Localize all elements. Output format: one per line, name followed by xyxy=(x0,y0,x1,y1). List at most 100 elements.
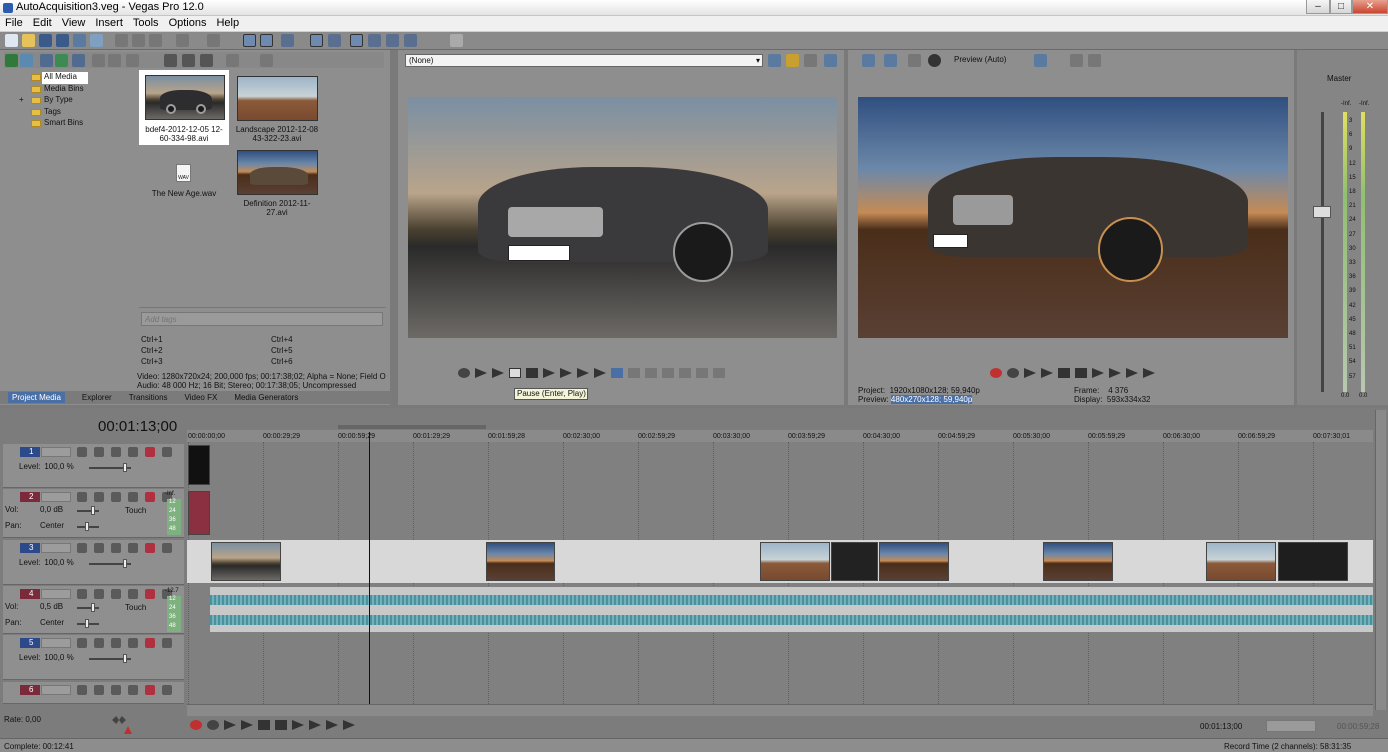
prev-frame-icon[interactable] xyxy=(543,368,555,378)
minimize-button[interactable]: – xyxy=(1306,0,1330,14)
expand-icon[interactable] xyxy=(77,589,87,599)
playhead[interactable] xyxy=(369,432,370,704)
automation-mode[interactable]: Touch xyxy=(125,603,146,612)
trimmer-clear-icon[interactable] xyxy=(804,54,817,67)
mute-icon[interactable] xyxy=(111,492,121,502)
envelope-tool-icon[interactable] xyxy=(260,34,273,47)
crossfade-icon[interactable] xyxy=(386,34,399,47)
track-name-field[interactable] xyxy=(41,638,71,648)
render-icon[interactable] xyxy=(73,34,86,47)
master-fader-handle[interactable] xyxy=(1313,206,1331,218)
play-icon[interactable] xyxy=(241,720,253,730)
insert-icon[interactable] xyxy=(713,368,725,378)
preview-quality-dropdown[interactable]: Preview (Auto) xyxy=(954,55,1006,64)
cut-icon[interactable] xyxy=(115,34,128,47)
pan-slider[interactable] xyxy=(77,522,99,531)
auto-ripple-icon[interactable] xyxy=(328,34,341,47)
solo-icon[interactable] xyxy=(128,685,138,695)
vol-slider[interactable] xyxy=(77,603,99,612)
menu-view[interactable]: View xyxy=(57,16,91,30)
video-clip[interactable] xyxy=(486,542,555,581)
refresh-icon[interactable] xyxy=(55,54,68,67)
loop-region-bar[interactable] xyxy=(338,425,486,429)
master-fader-track[interactable] xyxy=(1321,112,1324,392)
get-media-icon[interactable] xyxy=(40,54,53,67)
automation-mode[interactable]: Touch xyxy=(125,506,146,515)
redo-icon[interactable] xyxy=(207,34,220,47)
remove-media-icon[interactable] xyxy=(92,54,105,67)
fade-icon[interactable] xyxy=(404,34,417,47)
horizontal-scrollbar[interactable] xyxy=(187,704,1373,716)
next-frame-icon[interactable] xyxy=(560,368,572,378)
play-from-start-icon[interactable] xyxy=(224,720,236,730)
selection-tool-icon[interactable] xyxy=(281,34,294,47)
pan-slider[interactable] xyxy=(77,619,99,628)
tab-video-fx[interactable]: Video FX xyxy=(185,393,218,402)
media-properties-icon[interactable] xyxy=(72,54,85,67)
overwrite-icon[interactable] xyxy=(696,368,708,378)
media-item[interactable]: bdef4-2012-12-05 12-60-334-98.avi xyxy=(139,70,229,145)
autopreview-icon[interactable] xyxy=(200,54,213,67)
expand-icon[interactable] xyxy=(77,492,87,502)
prev-frame-icon[interactable] xyxy=(1126,368,1138,378)
timeline-ruler[interactable]: 00:00:00;00 00:00:29;29 00:00:59;29 00:01:2… xyxy=(187,430,1373,442)
gear-icon[interactable] xyxy=(145,685,155,695)
menu-edit[interactable]: Edit xyxy=(28,16,57,30)
add-to-timeline-icon[interactable] xyxy=(679,368,691,378)
overlays-icon[interactable] xyxy=(1034,54,1047,67)
copy-icon[interactable] xyxy=(132,34,145,47)
lock-envelopes-icon[interactable] xyxy=(350,34,363,47)
expand-icon[interactable]: + xyxy=(19,95,24,104)
lock-icon[interactable] xyxy=(162,543,172,553)
trimmer-dropdown[interactable]: (None) ▾ xyxy=(405,54,763,67)
normal-edit-tool-icon[interactable] xyxy=(243,34,256,47)
loop-icon[interactable] xyxy=(458,368,470,378)
solo-icon[interactable] xyxy=(128,447,138,457)
media-item[interactable]: WAV The New Age.wav xyxy=(139,160,229,210)
play-icon[interactable] xyxy=(492,368,504,378)
tab-explorer[interactable]: Explorer xyxy=(82,393,112,402)
level-slider[interactable] xyxy=(89,463,131,472)
video-clip[interactable] xyxy=(188,445,210,485)
track-header-1[interactable]: 1 Level: 100,0 % xyxy=(3,444,184,488)
video-clip[interactable] xyxy=(1043,542,1113,581)
fx-bypass-icon[interactable] xyxy=(908,54,921,67)
track-header-5[interactable]: 5 Level: 100,0 % xyxy=(3,635,184,680)
tab-project-media[interactable]: Project Media xyxy=(8,392,65,403)
loop-playback-icon[interactable] xyxy=(207,720,219,730)
gear-icon[interactable] xyxy=(145,638,155,648)
expand-icon[interactable] xyxy=(77,543,87,553)
level-slider[interactable] xyxy=(89,559,131,568)
video-clip[interactable] xyxy=(211,542,281,581)
close-button[interactable]: ✕ xyxy=(1352,0,1388,14)
fx-icon[interactable] xyxy=(94,638,104,648)
video-clip[interactable] xyxy=(831,542,878,581)
ignore-grouping-icon[interactable] xyxy=(368,34,381,47)
media-gen-icon[interactable] xyxy=(126,54,139,67)
selection-length-field[interactable] xyxy=(1266,720,1316,732)
media-fx-icon[interactable] xyxy=(108,54,121,67)
import-media-icon[interactable] xyxy=(5,54,18,67)
fx-icon[interactable] xyxy=(94,685,104,695)
record-icon[interactable] xyxy=(190,720,202,730)
fx-icon[interactable] xyxy=(94,543,104,553)
go-start-icon[interactable] xyxy=(292,720,304,730)
save-as-icon[interactable] xyxy=(56,34,69,47)
search-icon[interactable] xyxy=(260,54,273,67)
open-icon[interactable] xyxy=(22,34,35,47)
video-clip[interactable] xyxy=(1206,542,1276,581)
loop-playback-icon[interactable] xyxy=(1007,368,1019,378)
solo-icon[interactable] xyxy=(128,638,138,648)
pause-icon[interactable] xyxy=(1058,368,1070,378)
go-end-icon[interactable] xyxy=(594,368,606,378)
gear-icon[interactable] xyxy=(145,492,155,502)
undo-icon[interactable] xyxy=(176,34,189,47)
stop-media-icon[interactable] xyxy=(182,54,195,67)
media-item[interactable]: Landscape 2012-12-08 43-322-23.avi xyxy=(232,70,322,145)
mark-in-icon[interactable] xyxy=(628,368,640,378)
expand-icon[interactable] xyxy=(77,685,87,695)
mute-icon[interactable] xyxy=(111,638,121,648)
lock-icon[interactable] xyxy=(162,447,172,457)
maximize-button[interactable]: □ xyxy=(1330,0,1352,14)
play-icon[interactable] xyxy=(1041,368,1053,378)
